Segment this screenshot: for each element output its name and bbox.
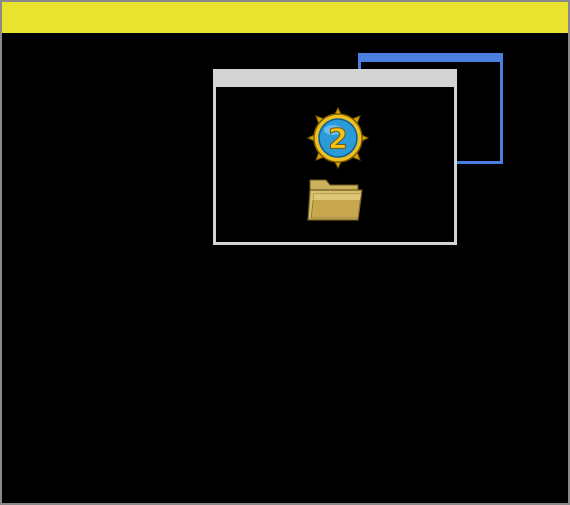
folder-icon[interactable] — [304, 172, 368, 224]
front-window[interactable]: 2 — [213, 69, 457, 245]
window-titlebar[interactable] — [216, 72, 454, 87]
top-bar — [2, 2, 568, 33]
badge-number: 2 — [328, 122, 347, 155]
screen: 2 — [0, 0, 570, 505]
badge-icon[interactable]: 2 — [306, 106, 370, 170]
